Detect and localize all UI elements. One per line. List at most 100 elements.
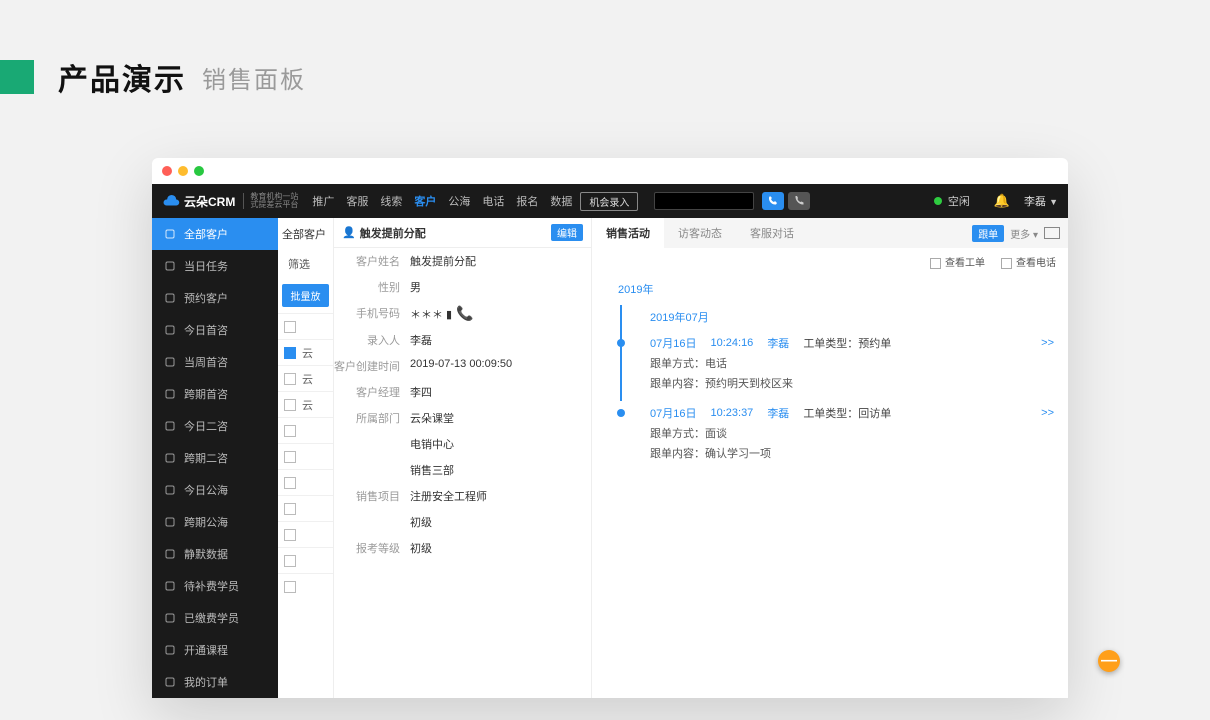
sidebar-item-当周首咨[interactable]: 当周首咨 <box>152 346 278 378</box>
chat-icon <box>164 356 176 368</box>
tl-method: 跟单方式：电话 <box>650 355 1054 371</box>
list-row[interactable] <box>278 443 333 469</box>
tl-user: 李磊 <box>767 335 789 351</box>
list-row[interactable]: 云 <box>278 391 333 417</box>
timeline-year: 2019年 <box>612 279 1054 305</box>
phone-pickup-icon[interactable] <box>762 192 784 210</box>
expand-button[interactable]: >> <box>1041 337 1054 349</box>
sidebar-item-今日首咨[interactable]: 今日首咨 <box>152 314 278 346</box>
sidebar-item-当日任务[interactable]: 当日任务 <box>152 250 278 282</box>
tl-date: 07月16日 <box>650 335 696 351</box>
logo: 云朵CRM 教育机构一站式提差云平台 <box>162 192 298 210</box>
sidebar-item-今日公海[interactable]: 今日公海 <box>152 474 278 506</box>
field-label: 报考等级 <box>334 540 410 556</box>
sidebar-item-今日二咨[interactable]: 今日二咨 <box>152 410 278 442</box>
filter-label[interactable]: 筛选 <box>278 250 333 278</box>
nav-数据[interactable]: 数据 <box>550 193 572 209</box>
field-value: 初级 <box>410 540 581 556</box>
phone-icon[interactable]: 📞 <box>452 305 473 321</box>
sidebar-item-label: 静默数据 <box>184 546 228 562</box>
nav-公海[interactable]: 公海 <box>448 193 470 209</box>
row-checkbox[interactable] <box>284 373 296 385</box>
sidebar-item-开通课程[interactable]: 开通课程 <box>152 634 278 666</box>
nav-推广[interactable]: 推广 <box>312 193 334 209</box>
row-checkbox[interactable] <box>284 529 296 541</box>
timeline-dot-icon <box>617 409 625 417</box>
globe-icon <box>164 484 176 496</box>
field-label: 所属部门 <box>334 410 410 426</box>
sidebar-item-待补费学员[interactable]: 待补费学员 <box>152 570 278 602</box>
app-header: 云朵CRM 教育机构一站式提差云平台 推广客服线索客户公海电话报名数据 机会录入… <box>152 184 1068 218</box>
sidebar-item-全部客户[interactable]: 全部客户 <box>152 218 278 250</box>
tab-客服对话[interactable]: 客服对话 <box>736 218 808 248</box>
detail-field: 录入人李磊 <box>334 327 591 353</box>
opportunity-button[interactable]: 机会录入 <box>580 192 638 211</box>
list-row[interactable] <box>278 417 333 443</box>
nav-客服[interactable]: 客服 <box>346 193 368 209</box>
field-value: 李磊 <box>410 332 581 348</box>
sidebar-item-静默数据[interactable]: 静默数据 <box>152 538 278 570</box>
bell-icon[interactable]: 🔔 <box>994 193 1010 209</box>
sidebar-item-跨期二咨[interactable]: 跨期二咨 <box>152 442 278 474</box>
user-menu[interactable]: 李磊 ▼ <box>1024 193 1058 209</box>
follow-button[interactable]: 跟单 <box>972 225 1004 242</box>
search-input[interactable] <box>654 192 754 210</box>
sidebar-item-跨期首咨[interactable]: 跨期首咨 <box>152 378 278 410</box>
check-icon <box>164 260 176 272</box>
row-checkbox[interactable] <box>284 581 296 593</box>
row-checkbox[interactable] <box>284 399 296 411</box>
detail-field: 所属部门云朵课堂 <box>334 405 591 431</box>
field-label: 客户姓名 <box>334 253 410 269</box>
row-checkbox[interactable] <box>284 555 296 567</box>
status-text: 空闲 <box>948 193 970 209</box>
minimize-icon[interactable] <box>178 166 188 176</box>
edit-button[interactable]: 编辑 <box>551 224 583 241</box>
more-button[interactable]: 更多 ▾ <box>1010 226 1038 241</box>
customer-detail: 👤 触发提前分配 编辑 客户姓名触发提前分配性别男手机号码＊＊＊ ▮ 📞录入人李… <box>334 218 592 698</box>
tab-访客动态[interactable]: 访客动态 <box>664 218 736 248</box>
detail-field: 销售三部 <box>334 457 591 483</box>
detail-field: 报考等级初级 <box>334 535 591 561</box>
sidebar-item-预约客户[interactable]: 预约客户 <box>152 282 278 314</box>
row-checkbox[interactable] <box>284 321 296 333</box>
tl-time: 10:23:37 <box>710 407 753 419</box>
nav-报名[interactable]: 报名 <box>516 193 538 209</box>
close-icon[interactable] <box>162 166 172 176</box>
field-value: 云朵课堂 <box>410 410 581 426</box>
list-row[interactable]: 云 <box>278 339 333 365</box>
sidebar-item-label: 当日任务 <box>184 258 228 274</box>
list-row[interactable] <box>278 521 333 547</box>
bulk-release-button[interactable]: 批量放 <box>282 284 329 307</box>
list-row[interactable] <box>278 313 333 339</box>
maximize-icon[interactable] <box>194 166 204 176</box>
tab-销售活动[interactable]: 销售活动 <box>592 218 664 248</box>
person-icon <box>164 292 176 304</box>
list-row[interactable]: 云 <box>278 365 333 391</box>
sidebar: 全部客户当日任务预约客户今日首咨当周首咨跨期首咨今日二咨跨期二咨今日公海跨期公海… <box>152 218 278 698</box>
phone-hangup-icon[interactable] <box>788 192 810 210</box>
list-row[interactable] <box>278 469 333 495</box>
row-checkbox[interactable] <box>284 477 296 489</box>
filter-ticket[interactable]: 查看工单 <box>930 254 985 269</box>
tl-type: 工单类型：回访单 <box>803 405 891 421</box>
nav-客户[interactable]: 客户 <box>414 193 436 209</box>
row-checkbox[interactable] <box>284 451 296 463</box>
fab-button[interactable]: — <box>1098 650 1120 672</box>
row-checkbox[interactable] <box>284 347 296 359</box>
nav-电话[interactable]: 电话 <box>482 193 504 209</box>
sidebar-item-我的订单[interactable]: 我的订单 <box>152 666 278 698</box>
row-checkbox[interactable] <box>284 503 296 515</box>
list-row[interactable] <box>278 547 333 573</box>
list-row[interactable] <box>278 495 333 521</box>
window-titlebar <box>152 158 1068 184</box>
sidebar-item-已缴费学员[interactable]: 已缴费学员 <box>152 602 278 634</box>
filter-call[interactable]: 查看电话 <box>1001 254 1056 269</box>
expand-button[interactable]: >> <box>1041 407 1054 419</box>
sidebar-item-跨期公海[interactable]: 跨期公海 <box>152 506 278 538</box>
tl-type: 工单类型：预约单 <box>803 335 891 351</box>
row-checkbox[interactable] <box>284 425 296 437</box>
list-row[interactable] <box>278 573 333 599</box>
popout-icon[interactable] <box>1044 227 1060 239</box>
nav-线索[interactable]: 线索 <box>380 193 402 209</box>
chat-icon <box>164 420 176 432</box>
